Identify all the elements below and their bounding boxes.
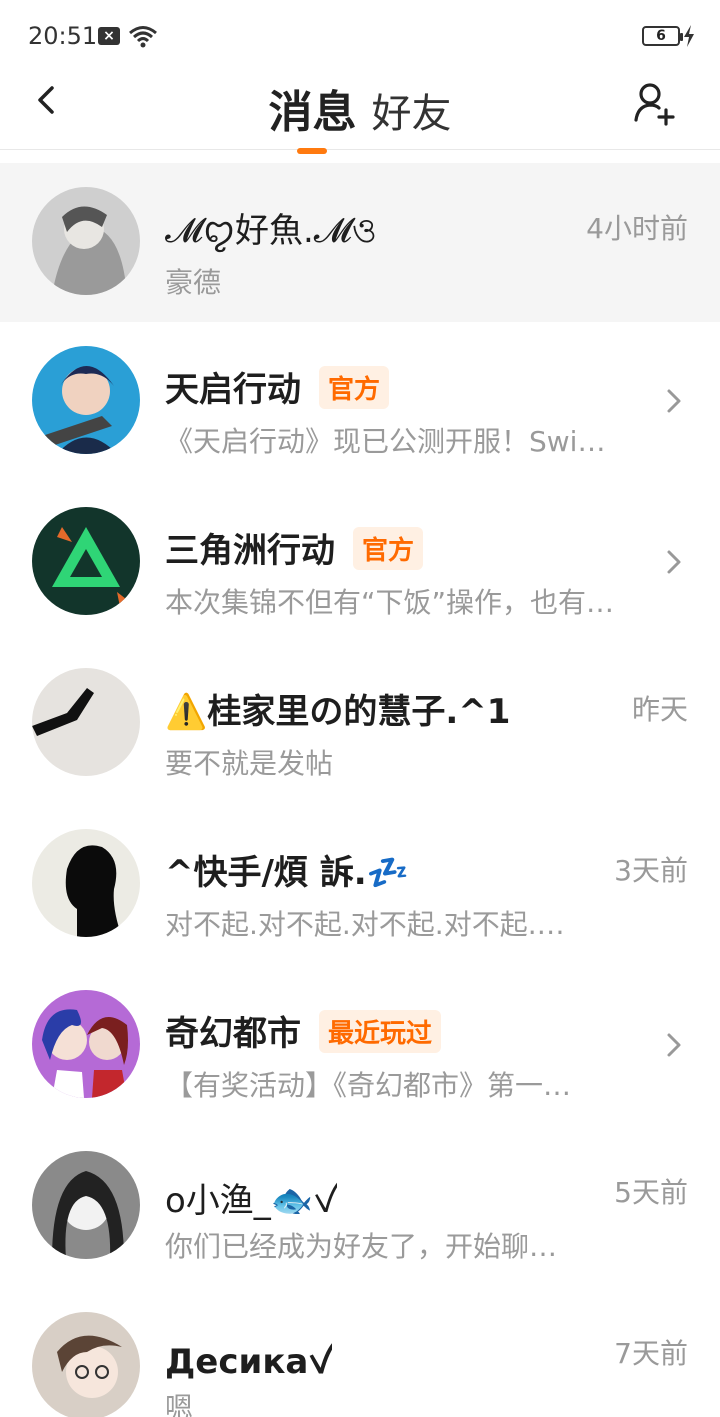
conversation-preview: 《天启行动》现已公测开服！Swi…: [165, 425, 606, 458]
conversation-time: 7天前: [614, 1337, 688, 1370]
conversation-item[interactable]: Десикаꪜ 7天前 嗯: [0, 1288, 720, 1417]
add-friend-icon[interactable]: [630, 78, 680, 128]
avatar: [32, 1312, 140, 1417]
conversation-name: ⚠️桂家里の的慧子.^1: [165, 692, 511, 732]
conversation-time: 4小时前: [586, 212, 688, 245]
conversation-name: 三角洲行动 官方: [165, 523, 424, 574]
avatar: [32, 1151, 140, 1259]
conversation-name: ^快手/煩 訴.💤: [165, 853, 409, 893]
chevron-right-icon: [667, 389, 681, 413]
conversation-name: 天启行动 官方: [165, 362, 390, 413]
top-nav: 消息 好友: [0, 70, 720, 154]
wifi-icon: [129, 26, 157, 48]
conversation-preview: 你们已经成为好友了，开始聊…: [165, 1230, 558, 1263]
conversation-name: 奇幻都市 最近玩过: [165, 1006, 442, 1057]
conversation-item[interactable]: 三角洲行动 官方 本次集锦不但有“下饭”操作，也有…: [0, 483, 720, 644]
tab-bar: 消息 好友: [0, 70, 720, 154]
charging-icon: [684, 25, 694, 47]
conversation-list: 𝓜ꨄ︎好魚.𝓜ও 4小时前 豪德 天启行动 官方 《天启行动》现已公测开服！Swi…: [0, 163, 720, 1417]
conversation-preview: 本次集锦不但有“下饭”操作，也有…: [165, 586, 615, 619]
conversation-preview: 【有奖活动】《奇幻都市》第一…: [165, 1069, 572, 1102]
conversation-preview: 要不就是发帖: [165, 747, 334, 780]
official-badge: 官方: [319, 366, 390, 409]
conversation-time: 3天前: [614, 854, 688, 887]
avatar: [32, 346, 140, 454]
conversation-time: 5天前: [614, 1176, 688, 1209]
conversation-preview: 嗯: [165, 1391, 194, 1417]
chevron-right-icon: [667, 550, 681, 574]
avatar: [32, 187, 140, 295]
battery-icon: 6: [642, 26, 683, 46]
avatar: [32, 829, 140, 937]
tab-messages[interactable]: 消息: [268, 76, 356, 154]
notification-icon: ×: [98, 27, 120, 45]
chevron-right-icon: [667, 1033, 681, 1057]
avatar: [32, 507, 140, 615]
conversation-item[interactable]: o小渔_🐟ꪜ 5天前 你们已经成为好友了，开始聊…: [0, 1127, 720, 1288]
conversation-name-text: 三角洲行动: [165, 531, 335, 571]
conversation-name-text: 天启行动: [165, 370, 301, 410]
status-bar: 20:51 × 6: [0, 0, 720, 70]
conversation-preview: 对不起.对不起.对不起.对不起.…: [165, 908, 565, 941]
conversation-name: 𝓜ꨄ︎好魚.𝓜ও: [165, 211, 377, 251]
conversation-name-text: 奇幻都市: [165, 1014, 301, 1054]
status-time: 20:51: [28, 22, 98, 50]
conversation-item[interactable]: ^快手/煩 訴.💤 3天前 对不起.对不起.对不起.对不起.…: [0, 805, 720, 966]
avatar: [32, 990, 140, 1098]
conversation-item[interactable]: 奇幻都市 最近玩过 【有奖活动】《奇幻都市》第一…: [0, 966, 720, 1127]
official-badge: 官方: [353, 527, 424, 570]
recently-played-badge: 最近玩过: [319, 1010, 442, 1053]
conversation-preview: 豪德: [165, 266, 222, 299]
conversation-time: 昨天: [631, 693, 688, 726]
avatar: [32, 668, 140, 776]
conversation-item[interactable]: 𝓜ꨄ︎好魚.𝓜ও 4小时前 豪德: [0, 163, 720, 322]
tab-friends[interactable]: 好友: [372, 81, 452, 139]
conversation-item[interactable]: ⚠️桂家里の的慧子.^1 昨天 要不就是发帖: [0, 644, 720, 805]
conversation-item[interactable]: 天启行动 官方 《天启行动》现已公测开服！Swi…: [0, 322, 720, 483]
